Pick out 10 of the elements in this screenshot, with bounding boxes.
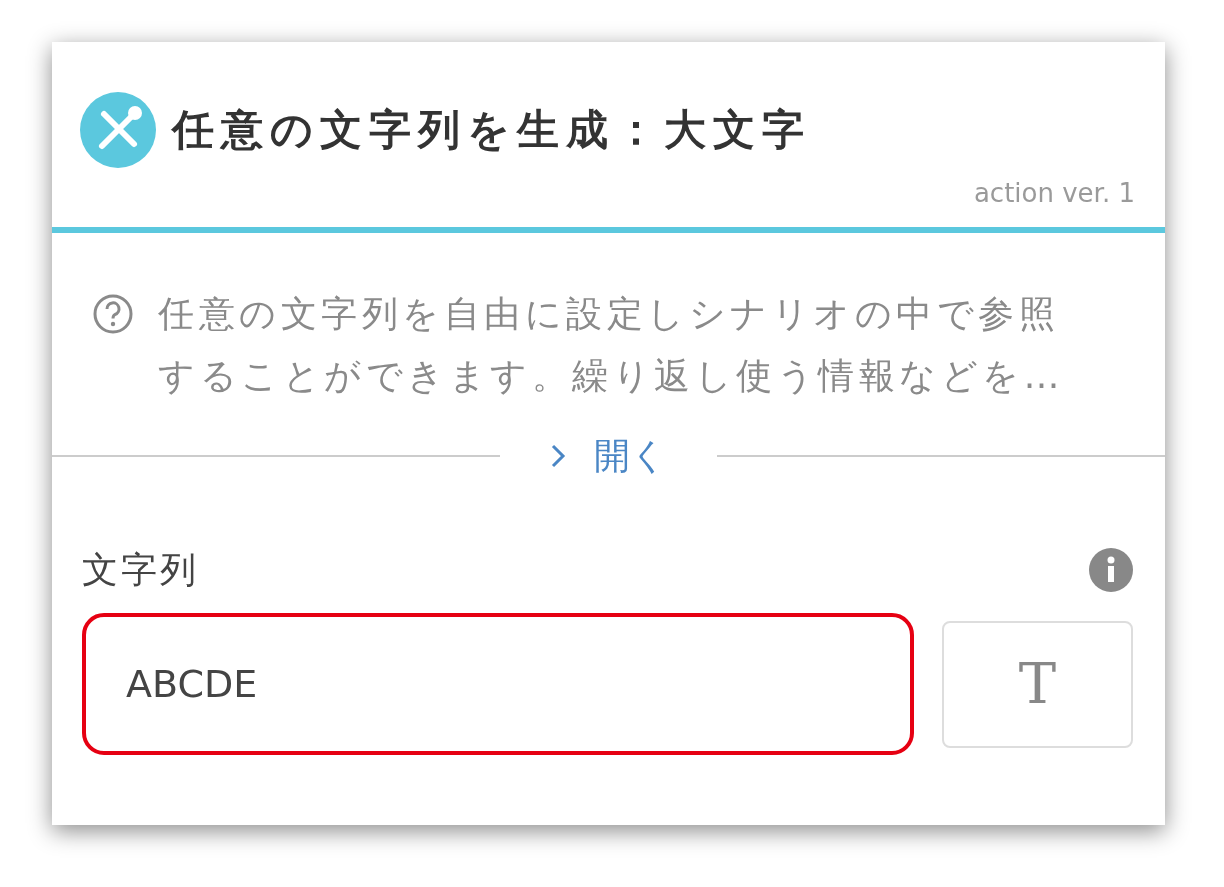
- tools-icon: [80, 92, 156, 168]
- window-title: 任意の文字列を生成：大文字: [172, 104, 811, 156]
- field-label: 文字列: [82, 548, 199, 592]
- text-type-button[interactable]: T: [942, 620, 1133, 748]
- expand-link[interactable]: 開く: [500, 429, 717, 483]
- info-icon: [1089, 548, 1133, 592]
- help-icon: [92, 293, 134, 335]
- version-label: action ver. 1: [972, 177, 1135, 210]
- text-input-field[interactable]: ABCDE: [82, 613, 914, 755]
- description-text: 任意の文字列を自由に設定しシナリオの中で参照することができます。繰り返し使う情報などを…: [158, 292, 1065, 398]
